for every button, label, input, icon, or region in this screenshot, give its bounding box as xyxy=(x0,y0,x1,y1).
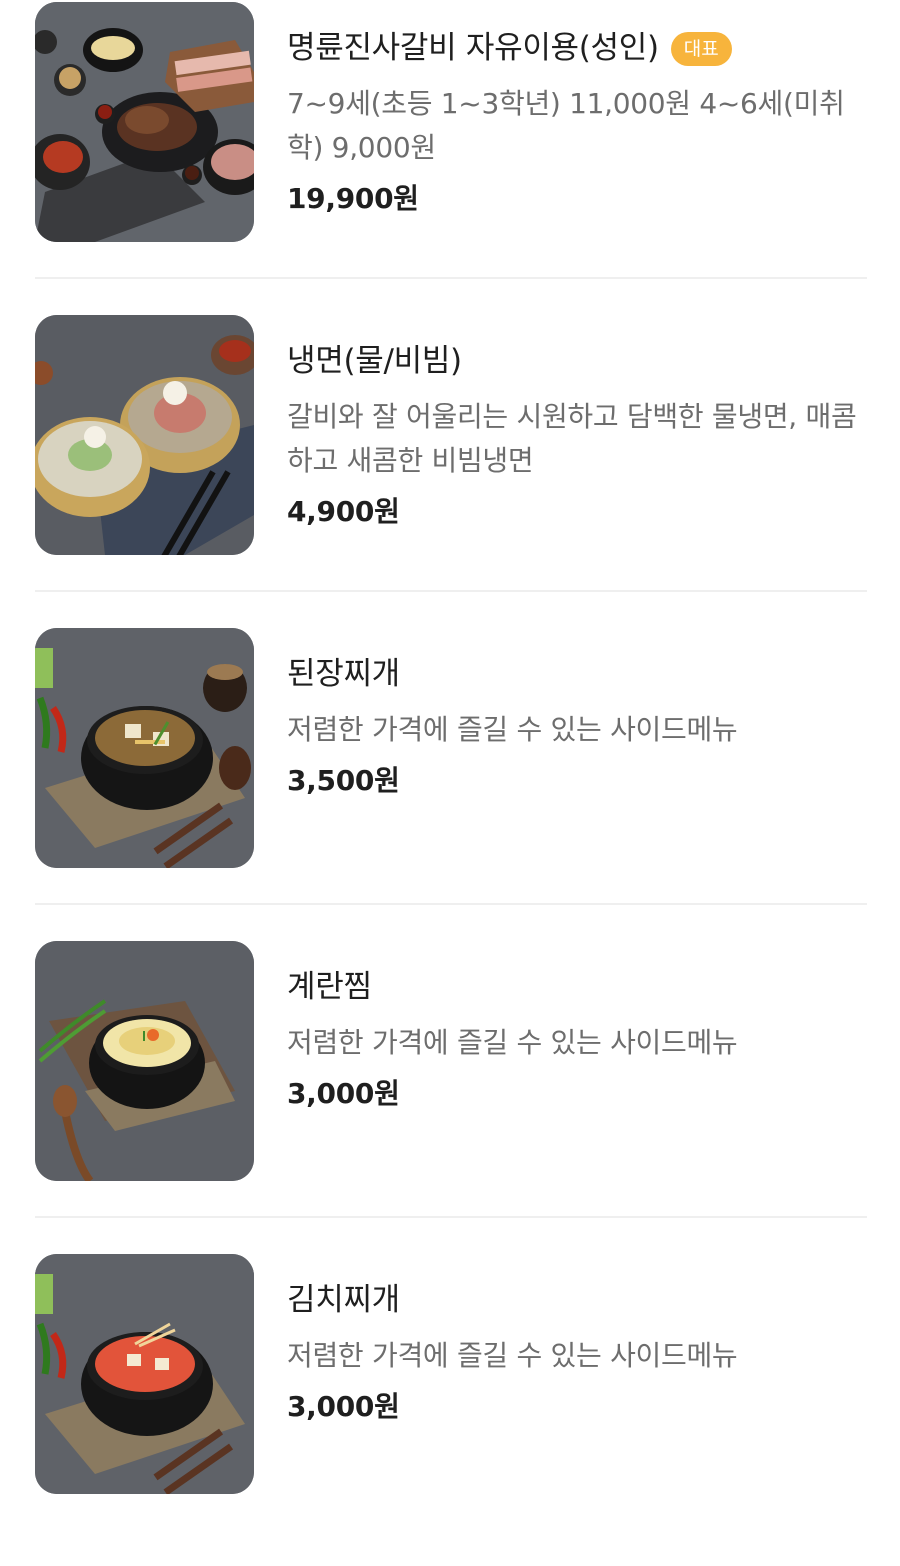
doenjang-jjigae-image xyxy=(35,628,254,868)
divider xyxy=(35,277,867,279)
gyeran-jjim-photo[interactable] xyxy=(35,941,254,1181)
menu-item-price: 3,000원 xyxy=(287,1077,400,1110)
name-row: 된장찌개 xyxy=(287,652,872,696)
menu-item-description: 저렴한 가격에 즐길 수 있는 사이드메뉴 xyxy=(287,713,738,746)
menu-item-name: 명륜진사갈비 자유이용(성인) xyxy=(287,30,659,66)
menu-item-info: 된장찌개 저렴한 가격에 즐길 수 있는 사이드메뉴 3,500원 xyxy=(287,652,872,802)
menu-item-description: 저렴한 가격에 즐길 수 있는 사이드메뉴 xyxy=(287,1026,738,1059)
naengmyeon-photo[interactable] xyxy=(35,315,254,555)
menu-item-price: 19,900원 xyxy=(287,182,419,215)
menu-item-info: 계란찜 저렴한 가격에 즐길 수 있는 사이드메뉴 3,000원 xyxy=(287,965,872,1115)
divider xyxy=(35,590,867,592)
name-row: 계란찜 xyxy=(287,965,872,1009)
menu-item-price: 3,000원 xyxy=(287,1390,400,1423)
menu-item-info: 명륜진사갈비 자유이용(성인) 대표 7~9세(초등 1~3학년) 11,000… xyxy=(287,26,872,220)
divider xyxy=(35,1216,867,1218)
menu-item-description: 저렴한 가격에 즐길 수 있는 사이드메뉴 xyxy=(287,1339,738,1372)
name-row: 명륜진사갈비 자유이용(성인) 대표 xyxy=(287,26,872,70)
menu-item-description: 7~9세(초등 1~3학년) 11,000원 4~6세(미취학) 9,000원 xyxy=(287,87,845,164)
naengmyeon-image xyxy=(35,315,254,555)
menu-item-doenjang-jjigae[interactable]: 된장찌개 저렴한 가격에 즐길 수 있는 사이드메뉴 3,500원 xyxy=(0,626,900,940)
divider xyxy=(35,903,867,905)
menu-item-price: 3,500원 xyxy=(287,764,400,797)
menu-item-name: 계란찜 xyxy=(287,969,372,1005)
menu-item-kimchi-jjigae[interactable]: 김치찌개 저렴한 가격에 즐길 수 있는 사이드메뉴 3,000원 xyxy=(0,1252,900,1566)
galbi-platter-image xyxy=(35,2,254,242)
kimchi-jjigae-photo[interactable] xyxy=(35,1254,254,1494)
name-row: 김치찌개 xyxy=(287,1278,872,1322)
menu-item-naengmyeon[interactable]: 냉면(물/비빔) 갈비와 잘 어울리는 시원하고 담백한 물냉면, 매콤하고 새… xyxy=(0,313,900,627)
name-row: 냉면(물/비빔) xyxy=(287,339,872,383)
kimchi-jjigae-image xyxy=(35,1254,254,1494)
menu-item-description: 갈비와 잘 어울리는 시원하고 담백한 물냉면, 매콤하고 새콤한 비빔냉면 xyxy=(287,400,857,477)
signature-badge: 대표 xyxy=(670,32,732,66)
menu-item-info: 냉면(물/비빔) 갈비와 잘 어울리는 시원하고 담백한 물냉면, 매콤하고 새… xyxy=(287,339,872,533)
menu-item-info: 김치찌개 저렴한 가격에 즐길 수 있는 사이드메뉴 3,000원 xyxy=(287,1278,872,1428)
menu-item-price: 4,900원 xyxy=(287,495,400,528)
menu-item-name: 냉면(물/비빔) xyxy=(287,343,462,379)
doenjang-jjigae-photo[interactable] xyxy=(35,628,254,868)
menu-item-galbi[interactable]: 명륜진사갈비 자유이용(성인) 대표 7~9세(초등 1~3학년) 11,000… xyxy=(0,0,900,314)
gyeran-jjim-image xyxy=(35,941,254,1181)
menu-item-name: 김치찌개 xyxy=(287,1282,400,1318)
menu-list: 명륜진사갈비 자유이용(성인) 대표 7~9세(초등 1~3학년) 11,000… xyxy=(0,0,900,1502)
menu-item-name: 된장찌개 xyxy=(287,656,400,692)
menu-item-gyeran-jjim[interactable]: 계란찜 저렴한 가격에 즐길 수 있는 사이드메뉴 3,000원 xyxy=(0,939,900,1253)
galbi-platter-photo[interactable] xyxy=(35,2,254,242)
